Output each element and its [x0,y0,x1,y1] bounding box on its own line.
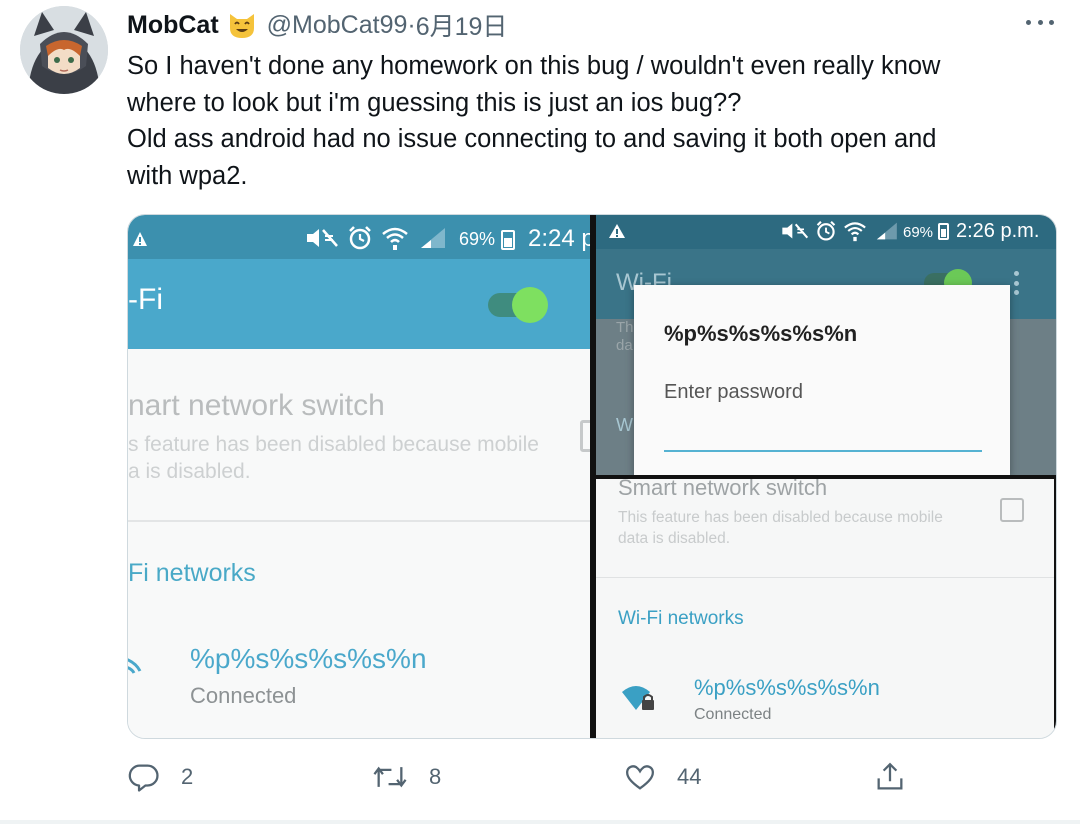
tweet-actions: 2 8 44 [127,760,927,800]
more-icon[interactable] [1026,14,1054,30]
smart-switch-title: Smart network switch [618,475,828,500]
header-separator: · [407,10,416,39]
tweet-text-line: So I haven't done any homework on this b… [127,52,941,80]
wifi-lock-icon [622,686,654,710]
reply-count: 2 [181,764,194,789]
screenshot-edge [1054,475,1056,738]
mute-icon [307,229,338,247]
tweet-text-line: Old ass android had no issue connecting … [127,125,937,153]
wifi-icon [382,227,408,250]
smart-desc-line: data is disabled. [618,530,731,547]
password-label: Enter password [664,381,803,403]
smart-switch-checkbox[interactable] [580,420,590,452]
smart-desc-line: a is disabled. [128,460,251,483]
warning-icon [609,224,625,238]
smart-switch-checkbox[interactable] [1000,498,1024,522]
status-time: 2:24 p [528,225,590,252]
smart-desc-line: s feature has been disabled because mobi… [128,433,539,456]
dimmed-text: W [616,415,633,435]
network-name[interactable]: %p%s%s%s%s%n [190,643,427,675]
wifi-network-icon [128,658,142,674]
smart-switch-desc: This feature has been disabled because m… [618,507,943,549]
dialog-ssid: %p%s%s%s%s%n [664,321,858,346]
user-handle[interactable]: @MobCat99 [267,11,408,40]
divider [596,577,1056,578]
signal-icon [876,222,897,240]
wifi-networks-heading: Wi-Fi networks [618,608,744,629]
status-bar: 69% 2:26 p.m. [596,215,1056,249]
retweet-count: 8 [429,764,442,789]
like-button[interactable]: 44 [623,760,701,794]
network-status: Connected [694,706,772,723]
smart-switch-title: nart network switch [128,389,385,422]
warning-icon [133,232,147,246]
smart-switch-desc: s feature has been disabled because mobi… [128,431,539,485]
right-screenshot[interactable]: 69% 2:26 p.m. Wi-Fi Th da W %p%s%s%s%s%n… [596,215,1056,738]
battery-percent: 69% [903,224,934,241]
reply-button[interactable]: 2 [127,760,193,794]
smart-desc-line: This feature has been disabled because m… [618,509,943,526]
network-name[interactable]: %p%s%s%s%s%n [694,675,880,701]
status-time: 2:26 p.m. [956,220,1040,242]
reply-icon [128,764,159,792]
alarm-icon [349,226,371,250]
wifi-toggle[interactable] [488,287,548,323]
battery-icon [938,223,949,240]
tweet: MobCat @MobCat99 · 6月19日 So I haven't do… [0,0,1080,824]
retweet-button[interactable]: 8 [371,760,441,794]
like-count: 44 [677,764,702,789]
battery-percent: 69% [459,229,496,249]
left-screenshot[interactable]: 69% 2:24 p -Fi nart network switch s fea… [128,215,590,738]
like-icon [626,765,654,790]
tweet-media[interactable]: 69% 2:24 p -Fi nart network switch s fea… [127,214,1057,739]
app-bar-title: -Fi [128,283,163,316]
retweet-icon [373,766,407,788]
tweet-text-line: where to look but i'm guessing this is j… [127,88,742,117]
avatar[interactable] [20,6,108,94]
app-bar: -Fi [128,259,590,349]
dimmed-text-line: da [616,337,633,354]
dimmed-text: Th da [616,319,634,355]
tweet-text: So I haven't done any homework on this b… [127,48,1047,194]
toggle-knob [512,287,548,323]
wifi-icon [844,222,866,242]
dimmed-text-line: Th [616,319,634,336]
tweet-header: MobCat @MobCat99 · 6月19日 [127,8,507,42]
display-name[interactable]: MobCat [127,11,219,40]
password-dialog[interactable]: %p%s%s%s%s%n Enter password [634,285,1010,475]
status-bar: 69% 2:24 p [128,215,590,259]
share-button[interactable] [873,760,907,794]
mute-icon [782,223,809,239]
tweet-bottom-border [0,820,1080,824]
network-status: Connected [190,683,297,708]
cat-emoji-icon [227,10,257,40]
tweet-text-line: with wpa2. [127,161,248,190]
wifi-networks-heading: Fi networks [128,559,256,587]
tweet-date[interactable]: 6月19日 [416,7,508,43]
share-icon [877,762,903,790]
alarm-icon [816,220,836,241]
overflow-menu-icon[interactable] [1014,271,1020,295]
divider [128,520,590,522]
signal-icon [421,228,445,248]
dimmed-background: 69% 2:26 p.m. Wi-Fi Th da W %p%s%s%s%s%n… [596,215,1056,475]
battery-icon [501,230,515,250]
password-input[interactable] [664,450,982,452]
